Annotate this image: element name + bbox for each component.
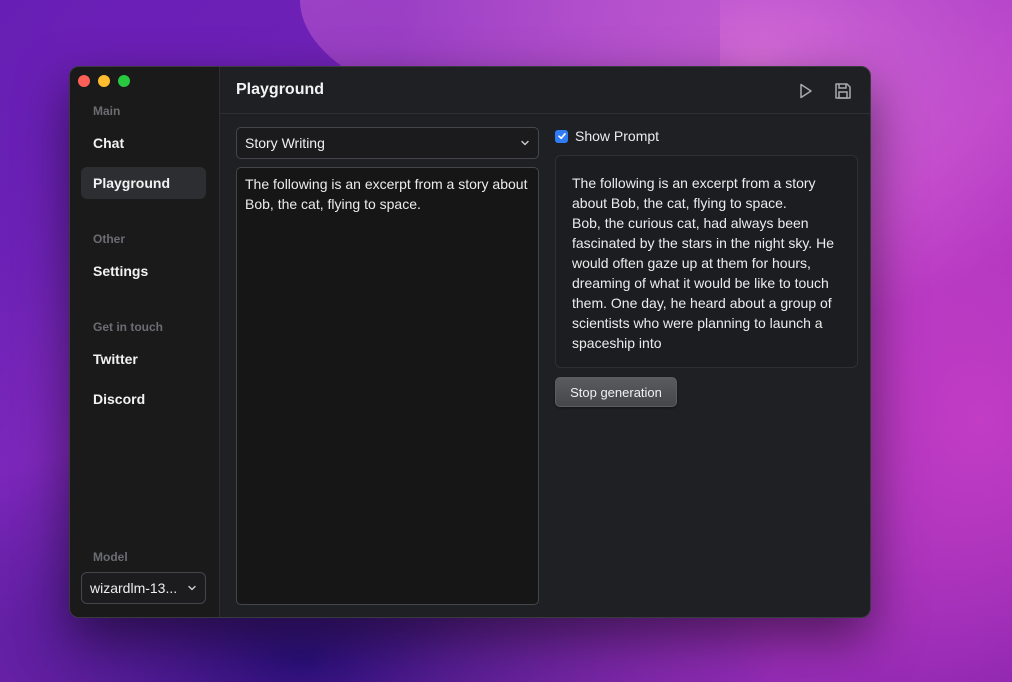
preset-select[interactable]: Story Writing xyxy=(236,127,539,159)
header: Playground xyxy=(220,67,870,114)
sidebar-item-chat[interactable]: Chat xyxy=(81,127,206,159)
zoom-window-button[interactable] xyxy=(118,75,130,87)
sidebar-item-discord[interactable]: Discord xyxy=(81,383,206,415)
sidebar-item-label: Settings xyxy=(93,263,149,279)
run-button[interactable] xyxy=(794,80,816,102)
show-prompt-label: Show Prompt xyxy=(575,128,660,144)
minimize-window-button[interactable] xyxy=(98,75,110,87)
section-label-main: Main xyxy=(93,104,121,118)
checkmark-icon xyxy=(557,133,566,140)
stop-generation-button[interactable]: Stop generation xyxy=(555,377,677,407)
app-window: Main Chat Playground Other Settings Get … xyxy=(69,66,871,618)
sidebar-item-label: Discord xyxy=(93,391,146,407)
show-prompt-checkbox[interactable] xyxy=(555,129,568,143)
prompt-textarea[interactable]: The following is an excerpt from a story… xyxy=(236,167,539,605)
play-icon xyxy=(800,83,812,99)
model-select-value: wizardlm-13... xyxy=(90,580,178,596)
sidebar: Main Chat Playground Other Settings Get … xyxy=(70,67,220,617)
section-label-get-in-touch: Get in touch xyxy=(93,320,163,334)
save-icon xyxy=(835,83,851,99)
sidebar-item-twitter[interactable]: Twitter xyxy=(81,343,206,375)
sidebar-item-label: Twitter xyxy=(93,351,138,367)
section-label-model: Model xyxy=(93,550,128,564)
sidebar-item-playground[interactable]: Playground xyxy=(81,167,206,199)
sidebar-item-label: Chat xyxy=(93,135,125,151)
window-controls xyxy=(78,75,130,87)
sidebar-item-settings[interactable]: Settings xyxy=(81,255,206,287)
preset-select-value: Story Writing xyxy=(245,135,325,151)
close-window-button[interactable] xyxy=(78,75,90,87)
section-label-other: Other xyxy=(93,232,126,246)
model-select[interactable]: wizardlm-13... xyxy=(81,572,206,604)
main-panel: Playground Story Writing The following i… xyxy=(220,67,870,617)
page-title: Playground xyxy=(236,81,325,98)
output-text: The following is an excerpt from a story… xyxy=(555,155,858,368)
show-prompt-toggle[interactable]: Show Prompt xyxy=(555,128,659,144)
save-button[interactable] xyxy=(832,80,854,102)
chevron-down-icon xyxy=(521,140,529,146)
sidebar-item-label: Playground xyxy=(93,175,171,191)
chevron-down-icon xyxy=(188,585,196,591)
